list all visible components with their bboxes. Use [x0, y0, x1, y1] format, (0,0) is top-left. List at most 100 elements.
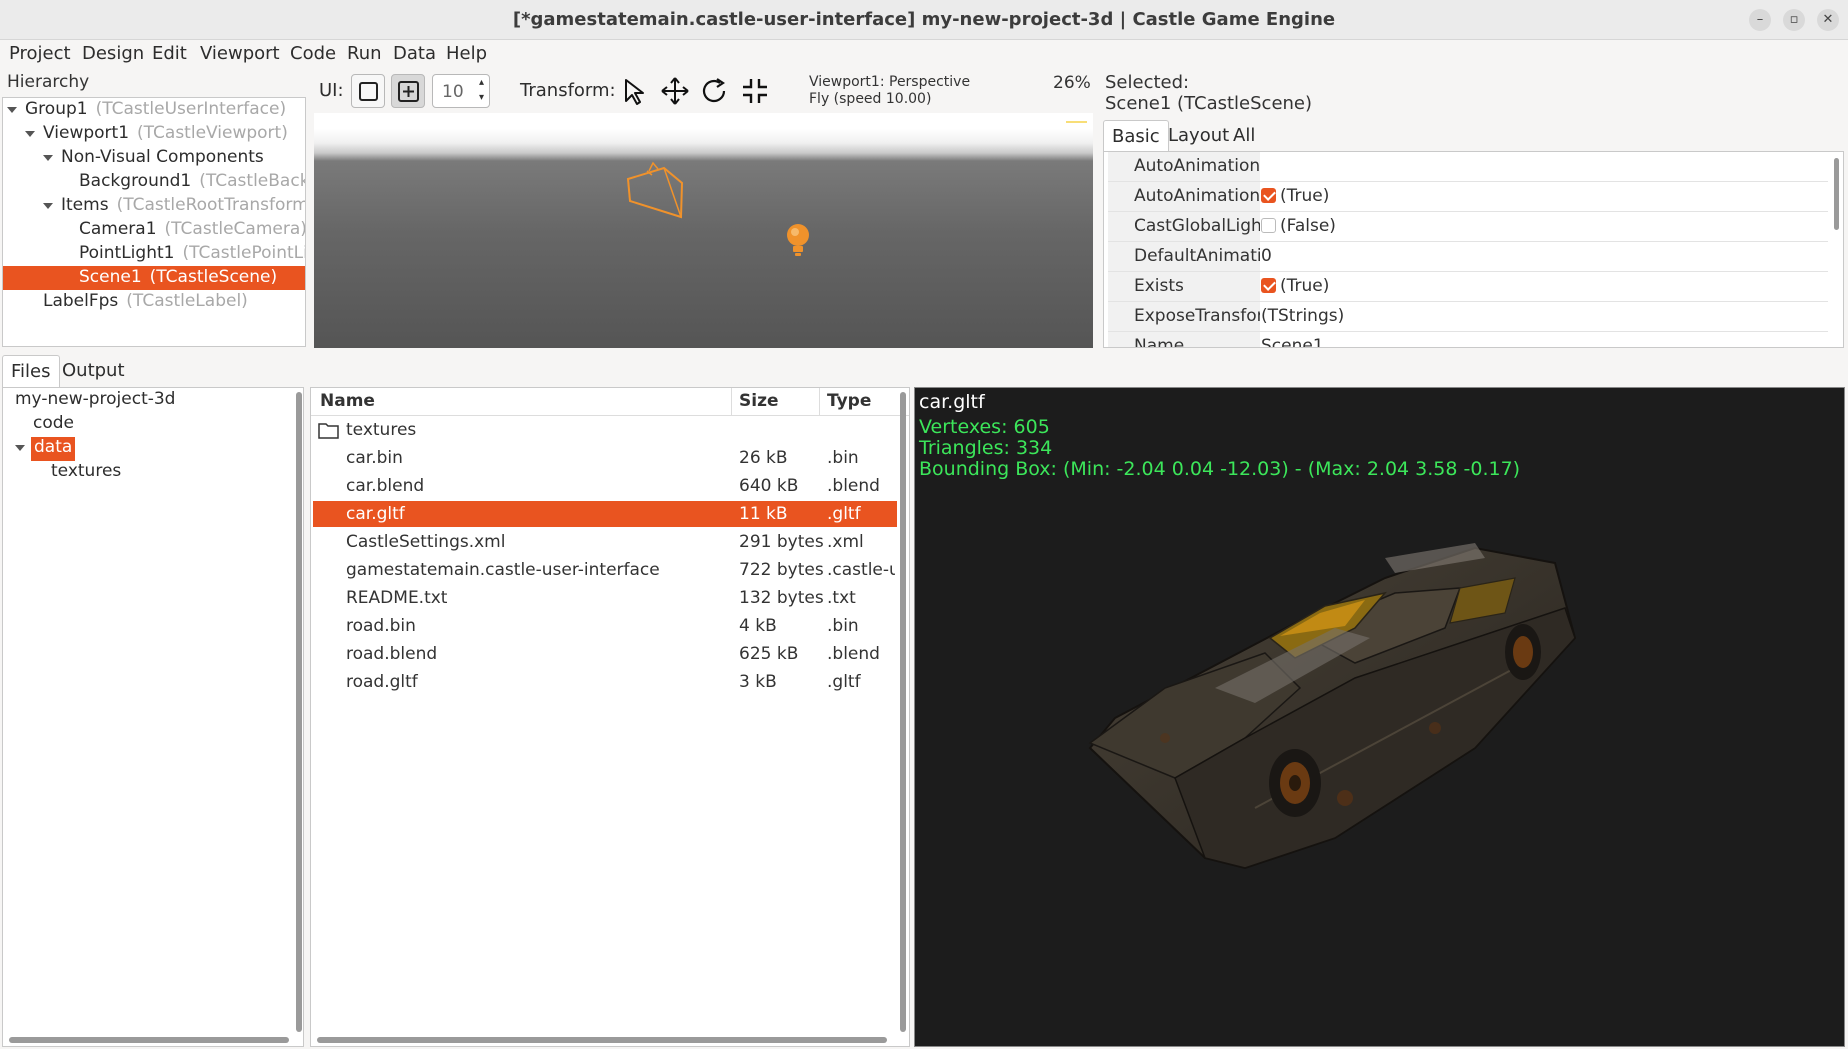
files-tree-vscrollbar[interactable] [296, 392, 302, 1032]
move-transform-button[interactable] [658, 74, 692, 108]
file-row[interactable]: README.txt 132 bytes .txt [313, 585, 897, 611]
property-value[interactable]: Scene1 [1261, 336, 1324, 347]
viewport-navigation-info: Fly (speed 10.00) [809, 91, 932, 107]
property-value[interactable]: (TStrings) [1261, 306, 1344, 326]
tree-item-items[interactable]: Items (TCastleRootTransform) [3, 194, 305, 218]
file-row[interactable]: road.gltf 3 kB .gltf [313, 669, 897, 695]
property-value[interactable]: (True) [1261, 276, 1329, 296]
light-bulb-icon[interactable] [787, 224, 809, 256]
files-tree-hscrollbar[interactable] [9, 1037, 289, 1043]
expand-arrow-icon[interactable] [43, 203, 53, 209]
tree-item-name: Items [61, 195, 109, 215]
folder-icon [318, 423, 339, 439]
file-row[interactable]: CastleSettings.xml 291 bytes .xml [313, 529, 897, 555]
column-type[interactable]: Type [827, 391, 871, 411]
files-tree[interactable]: my-new-project-3d code data textures [2, 387, 304, 1047]
tree-item-data[interactable]: data [31, 437, 76, 461]
tree-item-group1[interactable]: Group1 (TCastleUserInterface) [3, 98, 305, 122]
file-row[interactable]: car.blend 640 kB .blend [313, 473, 897, 499]
hierarchy-tree[interactable]: Group1 (TCastleUserInterface) Viewport1 (T… [2, 97, 306, 347]
select-mode-button[interactable] [351, 74, 385, 108]
menu-project[interactable]: Project [9, 43, 71, 64]
tree-item-project-root[interactable]: my-new-project-3d [15, 389, 175, 413]
camera-gizmo-icon[interactable] [626, 161, 684, 219]
rotate-transform-button[interactable] [698, 74, 732, 108]
tree-item-code[interactable]: code [33, 413, 74, 437]
property-row[interactable]: Name Scene1 [1108, 332, 1828, 347]
expand-arrow-icon[interactable] [7, 107, 17, 113]
property-value[interactable]: 0 [1261, 246, 1272, 266]
tree-item-pointlight1[interactable]: PointLight1 (TCastlePointLight) [3, 242, 305, 266]
tree-item-background1[interactable]: Background1 (TCastleBackground) [3, 170, 305, 194]
scale-transform-button[interactable] [738, 74, 772, 108]
file-name: car.blend [346, 476, 425, 496]
checkbox-unchecked[interactable] [1261, 218, 1276, 233]
property-row[interactable]: AutoAnimation [1108, 152, 1828, 182]
file-list[interactable]: Name Size Type textures car.bin 26 kB .b… [310, 387, 910, 1047]
tree-item-name: LabelFps [43, 291, 119, 311]
property-value[interactable]: (True) [1261, 186, 1329, 206]
file-row[interactable]: car.bin 26 kB .bin [313, 445, 897, 471]
tab-basic[interactable]: Basic [1103, 120, 1169, 152]
add-mode-button[interactable] [391, 74, 425, 108]
ui-label: UI: [319, 80, 344, 101]
plus-square-icon [398, 81, 419, 102]
property-row[interactable]: Exists (True) [1108, 272, 1828, 302]
file-row[interactable]: gamestatemain.castle-user-interface 722 … [313, 557, 897, 583]
property-row[interactable]: AutoAnimationLoop (True) [1108, 182, 1828, 212]
menu-edit[interactable]: Edit [152, 43, 187, 64]
tree-item-textures[interactable]: textures [51, 461, 121, 485]
snap-spinbox[interactable]: 10 ▴ ▾ [432, 74, 490, 108]
tab-output[interactable]: Output [54, 355, 133, 387]
column-divider[interactable] [819, 388, 820, 416]
tree-item-viewport1[interactable]: Viewport1 (TCastleViewport) [3, 122, 305, 146]
spin-down-icon[interactable]: ▾ [479, 92, 484, 103]
property-row[interactable]: DefaultAnimationTransition 0 [1108, 242, 1828, 272]
property-row[interactable]: ExposeTransforms (TStrings) [1108, 302, 1828, 332]
tree-item-scene1[interactable]: Scene1 (TCastleScene) [3, 266, 305, 290]
expand-arrow-icon[interactable] [43, 155, 53, 161]
menu-help[interactable]: Help [446, 43, 487, 64]
minimize-button[interactable]: – [1749, 9, 1771, 31]
column-divider[interactable] [731, 388, 732, 416]
expand-arrow-icon[interactable] [15, 445, 25, 451]
tree-item-non-visual-components[interactable]: Non-Visual Components [3, 146, 305, 170]
file-list-hscrollbar[interactable] [317, 1037, 887, 1043]
menu-design[interactable]: Design [82, 43, 144, 64]
cursor-arrow-icon [625, 79, 644, 105]
window-title: [*gamestatemain.castle-user-interface] m… [512, 9, 1336, 30]
tab-files[interactable]: Files [2, 355, 60, 387]
design-viewport[interactable] [314, 113, 1093, 348]
column-name[interactable]: Name [320, 391, 375, 411]
property-value-text: (False) [1280, 216, 1336, 236]
file-row[interactable]: road.bin 4 kB .bin [313, 613, 897, 639]
wheel-rear [1505, 624, 1541, 680]
file-preview[interactable]: car.gltf Vertexes: 605 Triangles: 334 Bo… [914, 387, 1845, 1047]
menu-run[interactable]: Run [347, 43, 382, 64]
checkbox-checked[interactable] [1261, 188, 1276, 203]
file-row[interactable]: textures [313, 417, 897, 443]
file-row[interactable]: road.blend 625 kB .blend [313, 641, 897, 667]
file-row-selected[interactable]: car.gltf 11 kB .gltf [313, 501, 897, 527]
property-row[interactable]: CastGlobalLights (False) [1108, 212, 1828, 242]
property-value-text: (True) [1280, 276, 1330, 296]
menu-data[interactable]: Data [393, 43, 436, 64]
file-list-vscrollbar[interactable] [900, 392, 906, 1032]
maximize-button[interactable]: ▫ [1783, 9, 1805, 31]
file-type: .bin [827, 448, 859, 468]
menu-code[interactable]: Code [290, 43, 336, 64]
expand-arrow-icon[interactable] [25, 131, 35, 137]
file-name: car.gltf [346, 504, 405, 524]
viewport-info: Viewport1: Perspective Fly (speed 10.00) [809, 74, 970, 108]
select-transform-button[interactable] [618, 74, 652, 108]
spin-up-icon[interactable]: ▴ [479, 77, 484, 88]
close-button[interactable]: ✕ [1817, 9, 1839, 31]
checkbox-checked[interactable] [1261, 278, 1276, 293]
column-size[interactable]: Size [739, 391, 779, 411]
property-value[interactable]: (False) [1261, 216, 1336, 236]
tab-all[interactable]: All [1225, 120, 1263, 152]
property-scrollbar[interactable] [1834, 158, 1839, 230]
tree-item-labelfps[interactable]: LabelFps (TCastleLabel) [3, 290, 305, 314]
menu-viewport[interactable]: Viewport [200, 43, 280, 64]
tree-item-camera1[interactable]: Camera1 (TCastleCamera) [3, 218, 305, 242]
